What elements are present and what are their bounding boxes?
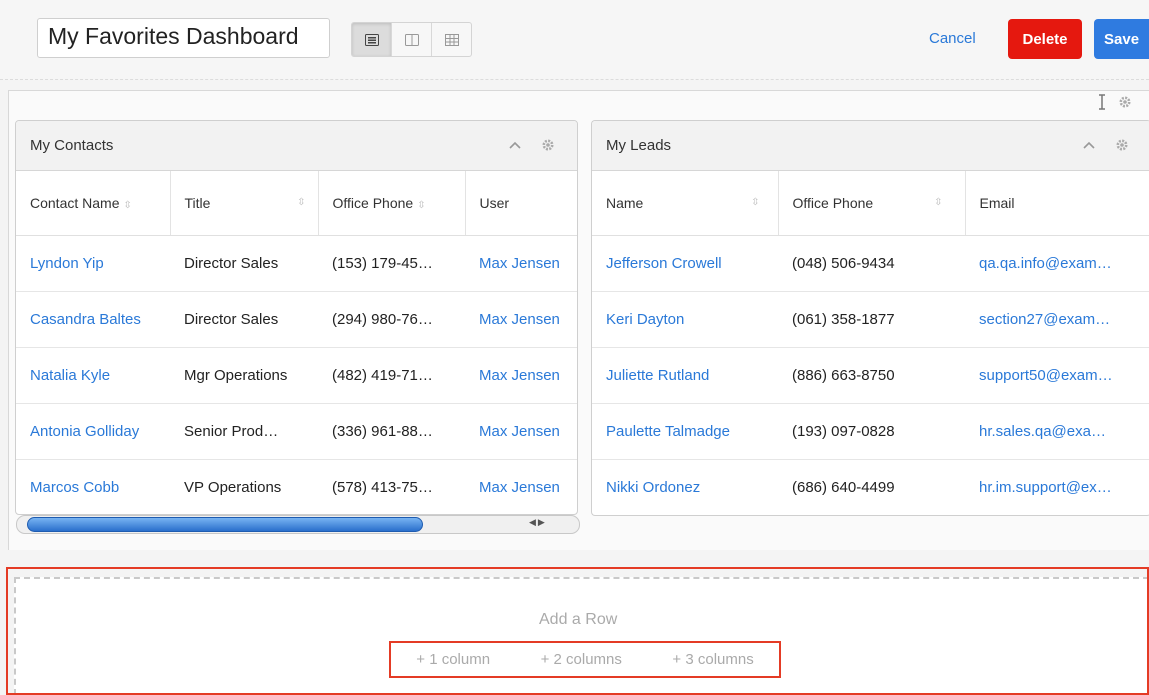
column-header[interactable]: Title ⇳ — [170, 171, 319, 236]
table-row: Juliette Rutland (886) 663-8750 support50@… — [592, 347, 1149, 404]
table-row: Paulette Talmadge (193) 097-0828 hr.sales.… — [592, 403, 1149, 460]
email-link[interactable]: section27@exam… — [965, 291, 1149, 348]
column-header[interactable]: Office Phone ⇳ — [318, 171, 466, 236]
email-link[interactable]: support50@exam… — [965, 347, 1149, 404]
column-header[interactable]: Office Phone ⇳ — [778, 171, 966, 236]
scrollbar-arrows: ◀ ▶ — [529, 517, 545, 528]
header-divider — [0, 79, 1149, 81]
contact-name-link[interactable]: Casandra Baltes — [16, 291, 170, 348]
leads-dashlet-title: My Leads — [606, 137, 672, 154]
add-3-columns-link[interactable]: + 3 columns — [672, 651, 753, 668]
contacts-dashlet-header: My Contacts — [16, 121, 577, 171]
user-link[interactable]: Max Jensen — [465, 291, 577, 348]
dashboard-header: My Favorites Dashboard Cancel Delete Sav… — [0, 0, 1149, 80]
user-link[interactable]: Max Jensen — [465, 235, 577, 292]
delete-button[interactable]: Delete — [1008, 19, 1082, 59]
resize-handle-icon[interactable] — [1098, 94, 1106, 110]
table-cell: (048) 506-9434 — [778, 235, 965, 292]
dashlet-gear-icon[interactable] — [1115, 138, 1129, 152]
email-link[interactable]: qa.qa.info@exam… — [965, 235, 1149, 292]
user-link[interactable]: Max Jensen — [465, 459, 577, 514]
table-row: Lyndon Yip Director Sales (153) 179-45… Max… — [16, 235, 577, 292]
contacts-horizontal-scrollbar[interactable]: ◀ ▶ — [16, 515, 580, 534]
contact-name-link[interactable]: Marcos Cobb — [16, 459, 170, 514]
table-cell: Director Sales — [170, 291, 318, 348]
add-1-column-link[interactable]: + 1 column — [416, 651, 490, 668]
table-row: Marcos Cobb VP Operations (578) 413-75… Max… — [16, 459, 577, 514]
lead-name-link[interactable]: Nikki Ordonez — [592, 459, 778, 515]
table-cell: Senior Prod… — [170, 403, 318, 460]
collapse-chevron-icon[interactable] — [1083, 141, 1095, 149]
table-row: Nikki Ordonez (686) 640-4499 hr.im.support… — [592, 459, 1149, 515]
lead-name-link[interactable]: Paulette Talmadge — [592, 403, 778, 460]
leads-dashlet-header: My Leads — [592, 121, 1149, 171]
sort-icon: ⇳ — [751, 197, 760, 208]
layout-toggle-group — [351, 22, 472, 57]
email-link[interactable]: hr.im.support@ex… — [965, 459, 1149, 515]
grid-layout-button[interactable] — [432, 23, 471, 56]
sort-icon: ⇳ — [417, 199, 426, 211]
row-gear-icon[interactable] — [1118, 95, 1132, 109]
table-row: Natalia Kyle Mgr Operations (482) 419-71… M… — [16, 347, 577, 404]
user-link[interactable]: Max Jensen — [465, 347, 577, 404]
table-row: Antonia Golliday Senior Prod… (336) 961-88… — [16, 403, 577, 460]
row-tools — [1098, 94, 1132, 110]
contact-name-link[interactable]: Antonia Golliday — [16, 403, 170, 460]
leads-table: Name ⇳ Office Phone ⇳ Email Jefferson Crow… — [592, 171, 1149, 515]
contacts-table: Contact Name ⇳ Title ⇳ Office Phone ⇳ User … — [16, 171, 577, 514]
two-column-layout-icon — [404, 33, 419, 46]
table-cell: (294) 980-76… — [318, 291, 465, 348]
table-row: Keri Dayton (061) 358-1877 section27@exam… — [592, 291, 1149, 348]
scroll-left-icon[interactable]: ◀ — [529, 517, 536, 528]
lead-name-link[interactable]: Keri Dayton — [592, 291, 778, 348]
sort-icon: ⇳ — [934, 197, 943, 208]
scroll-right-icon[interactable]: ▶ — [538, 517, 545, 528]
contacts-dashlet-title: My Contacts — [30, 137, 114, 154]
cancel-link[interactable]: Cancel — [929, 30, 976, 47]
collapse-chevron-icon[interactable] — [509, 141, 521, 149]
column-header[interactable]: User — [465, 171, 577, 236]
table-cell: (061) 358-1877 — [778, 291, 965, 348]
table-cell: (686) 640-4499 — [778, 459, 965, 515]
table-cell: Director Sales — [170, 235, 318, 292]
rows-layout-button[interactable] — [352, 23, 392, 56]
sort-icon: ⇳ — [123, 199, 132, 211]
table-cell: (153) 179-45… — [318, 235, 465, 292]
user-link[interactable]: Max Jensen — [465, 403, 577, 460]
dashboard-title-input[interactable]: My Favorites Dashboard — [37, 18, 330, 58]
sort-icon: ⇳ — [297, 197, 306, 208]
table-cell: (193) 097-0828 — [778, 403, 965, 460]
lead-name-link[interactable]: Jefferson Crowell — [592, 235, 778, 292]
add-column-options: + 1 column + 2 columns + 3 columns — [389, 641, 781, 678]
table-cell: (578) 413-75… — [318, 459, 465, 514]
table-cell: (482) 419-71… — [318, 347, 465, 404]
dashlet-gear-icon[interactable] — [541, 138, 555, 152]
contacts-dashlet: My Contacts Contact Name ⇳ Title ⇳ Office … — [15, 120, 578, 515]
grid-layout-icon — [444, 33, 459, 46]
table-cell: (886) 663-8750 — [778, 347, 965, 404]
save-button[interactable]: Save — [1094, 19, 1149, 59]
table-cell: VP Operations — [170, 459, 318, 514]
column-header[interactable]: Name ⇳ — [592, 171, 779, 236]
table-header-row: Contact Name ⇳ Title ⇳ Office Phone ⇳ User — [16, 171, 577, 236]
add-2-columns-link[interactable]: + 2 columns — [541, 651, 622, 668]
scrollbar-thumb[interactable] — [27, 517, 423, 532]
table-cell: Mgr Operations — [170, 347, 318, 404]
column-header[interactable]: Email — [965, 171, 1149, 236]
column-header[interactable]: Contact Name ⇳ — [16, 171, 171, 236]
rows-layout-icon — [364, 33, 379, 46]
lead-name-link[interactable]: Juliette Rutland — [592, 347, 778, 404]
email-link[interactable]: hr.sales.qa@exa… — [965, 403, 1149, 460]
table-row: Casandra Baltes Director Sales (294) 980-7… — [16, 291, 577, 348]
add-row-label: Add a Row — [539, 611, 618, 628]
contact-name-link[interactable]: Lyndon Yip — [16, 235, 170, 292]
leads-dashlet: My Leads Name ⇳ Office Phone ⇳ Email Jeffe… — [591, 120, 1149, 516]
table-cell: (336) 961-88… — [318, 403, 465, 460]
table-row: Jefferson Crowell (048) 506-9434 qa.qa.inf… — [592, 235, 1149, 292]
contact-name-link[interactable]: Natalia Kyle — [16, 347, 170, 404]
two-column-layout-button[interactable] — [392, 23, 432, 56]
table-header-row: Name ⇳ Office Phone ⇳ Email — [592, 171, 1149, 236]
